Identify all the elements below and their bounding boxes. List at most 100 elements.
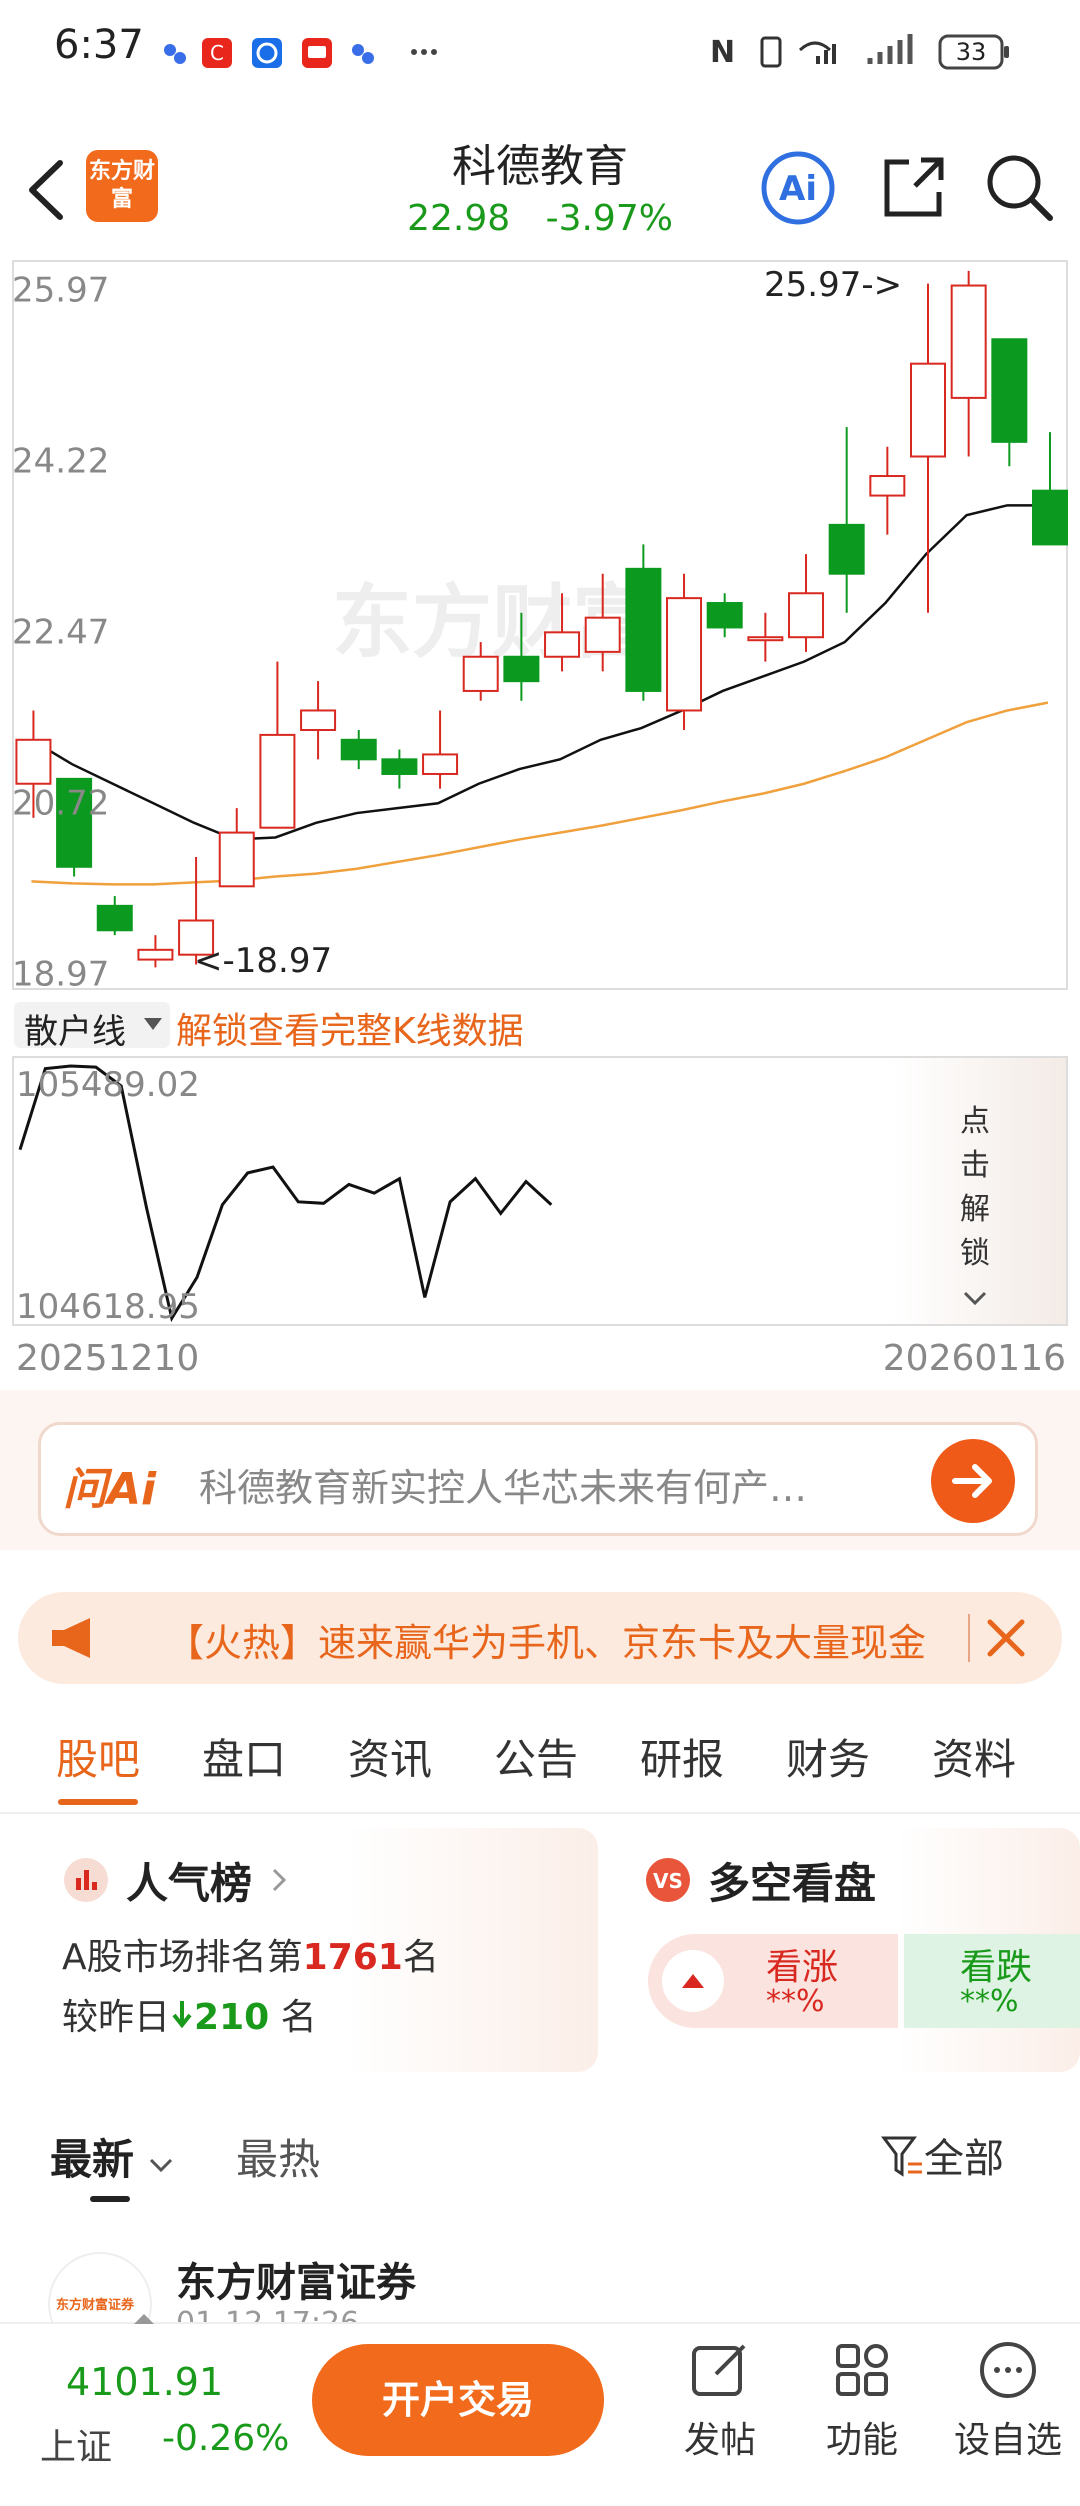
bull-button[interactable]: 看涨 **% <box>648 1934 898 2028</box>
candle <box>544 631 581 658</box>
bull-label: 看涨 <box>766 1947 839 1988</box>
candle <box>381 758 418 775</box>
popularity-card[interactable]: 人气榜 A股市场排名第1761名 较昨日 210 名 <box>38 1828 598 2072</box>
index-name[interactable]: 上证 <box>40 2418 112 2470</box>
candle <box>828 523 865 575</box>
price-tick-label: 24.22 <box>12 442 109 482</box>
stock-price: 22.98 <box>407 198 511 239</box>
candle <box>706 602 743 629</box>
candle <box>218 831 255 888</box>
candle <box>462 655 499 692</box>
chevron-down-icon <box>963 1291 987 1306</box>
ask-ai-box[interactable]: 问Ai 科德教育新实控人华芯未来有何产… <box>38 1422 1038 1536</box>
price-tick-label: 22.47 <box>12 612 109 652</box>
bull-bear-card[interactable]: VS 多空看盘 看涨 **% 看跌 **% <box>620 1828 1080 2072</box>
bear-value: **% <box>960 1984 1019 2019</box>
megaphone-icon <box>52 1618 90 1658</box>
candle <box>747 636 784 642</box>
tab-finance[interactable]: 财务 <box>786 1726 870 1787</box>
tab-news[interactable]: 资讯 <box>348 1726 432 1787</box>
candle <box>259 733 296 829</box>
candle <box>1031 489 1068 546</box>
tab-bar: 股吧 盘口 资讯 公告 研报 财务 资料 <box>0 1702 1080 1814</box>
open-account-button[interactable]: 开户交易 <box>312 2344 604 2456</box>
retail-y-max: 105489.02 <box>16 1065 200 1105</box>
promo-text: 【火热】速来赢华为手机、京东卡及大量现金 <box>166 1621 927 1665</box>
avatar-brand-text: 东方财富证券 <box>56 2298 135 2313</box>
index-change[interactable]: -0.26% <box>162 2418 289 2459</box>
popularity-rank-line: A股市场排名第1761名 <box>62 1937 439 1978</box>
ask-ai-logo: 问Ai <box>63 1464 157 1515</box>
price-tick-label: 18.97 <box>12 954 109 994</box>
high-label: 25.97-> <box>764 265 902 305</box>
chevron-down-icon <box>149 2158 172 2173</box>
bull-bear-title: 多空看盘 <box>708 1859 877 1908</box>
close-icon[interactable] <box>986 1618 1026 1658</box>
candle <box>666 597 703 712</box>
index-value[interactable]: 4101.91 <box>66 2360 223 2404</box>
svg-text:Ai: Ai <box>779 169 817 209</box>
candle <box>910 362 947 458</box>
sort-latest[interactable]: 最新 <box>50 2126 173 2187</box>
indicator-selector[interactable]: 散户线 <box>14 1002 170 1052</box>
share-icon[interactable] <box>875 150 951 226</box>
system-icons: N 33 <box>710 34 1009 70</box>
ask-ai-input[interactable]: 科德教育新实控人华芯未来有何产… <box>199 1457 807 1512</box>
low-label: <-18.97 <box>194 941 332 981</box>
bottom-bar: 4101.91 上证 -0.26% 开户交易 发帖 功能 设自选 <box>0 2314 1080 2506</box>
caret-up-icon <box>134 2314 154 2324</box>
indicator-selector-label: 散户线 <box>24 1012 126 1052</box>
candle <box>625 567 662 692</box>
candle <box>950 284 987 399</box>
sort-active-indicator <box>90 2196 130 2202</box>
filter-icon <box>881 2136 922 2177</box>
svg-text:C: C <box>210 41 224 65</box>
chevron-right-icon <box>272 1868 287 1892</box>
functions-button[interactable]: 功能 <box>810 2338 914 2463</box>
tab-profile[interactable]: 资料 <box>932 1726 1016 1787</box>
ai-icon[interactable]: Ai <box>758 148 838 228</box>
edit-icon <box>692 2344 746 2396</box>
retail-y-min: 104618.95 <box>16 1287 200 1327</box>
sort-hot[interactable]: 最热 <box>236 2126 320 2187</box>
candle <box>340 738 377 761</box>
candle <box>137 948 174 961</box>
status-bar: 6:37 C N 33 <box>0 0 1080 100</box>
filter-button[interactable]: 全部 <box>880 2126 1004 2184</box>
popularity-rank: 1761 <box>302 1937 403 1978</box>
bull-value: **% <box>766 1984 825 2019</box>
send-arrow-icon[interactable] <box>929 1437 1017 1525</box>
svg-text:N: N <box>710 35 735 70</box>
notification-icons: C <box>164 38 437 68</box>
more-icon <box>980 2342 1036 2398</box>
post-button[interactable]: 发帖 <box>668 2338 772 2463</box>
tab-announcements[interactable]: 公告 <box>494 1726 578 1787</box>
watchlist-button[interactable]: 设自选 <box>950 2338 1066 2463</box>
popularity-title: 人气榜 <box>126 1859 253 1908</box>
grid-icon <box>836 2344 888 2396</box>
retail-end-date: 20260116 <box>883 1338 1066 1379</box>
candle <box>422 753 459 775</box>
vs-icon: VS <box>646 1858 690 1902</box>
ranking-icon <box>64 1858 108 1902</box>
tab-pankou[interactable]: 盘口 <box>202 1726 286 1787</box>
tab-research[interactable]: 研报 <box>640 1726 724 1787</box>
battery-level: 33 <box>956 38 987 66</box>
post-author[interactable]: 东方财富证券 <box>176 2250 416 2308</box>
status-time: 6:37 <box>54 22 144 68</box>
candle <box>788 592 825 639</box>
search-icon[interactable] <box>982 150 1058 226</box>
candle <box>584 616 621 653</box>
unlock-side-button[interactable]: 点 击 解 锁 <box>940 1100 1010 1320</box>
candle <box>15 738 52 785</box>
retail-start-date: 20251210 <box>16 1338 199 1379</box>
kline-chart[interactable]: 东方财富 25.9724.2222.4720.7218.97 25.97-> <… <box>12 260 1070 1000</box>
promo-banner[interactable]: 【火热】速来赢华为手机、京东卡及大量现金 <box>18 1592 1062 1684</box>
unlock-kline-link[interactable]: 解锁查看完整K线数据 <box>176 1002 524 1054</box>
price-tick-label: 20.72 <box>12 783 109 823</box>
popularity-change: 210 <box>194 1997 270 2038</box>
stock-change: -3.97% <box>545 198 673 239</box>
popularity-change-line: 较昨日 210 名 <box>62 1997 317 2038</box>
tab-guba[interactable]: 股吧 <box>56 1726 140 1805</box>
bear-button[interactable]: 看跌 **% <box>904 1934 1080 2028</box>
